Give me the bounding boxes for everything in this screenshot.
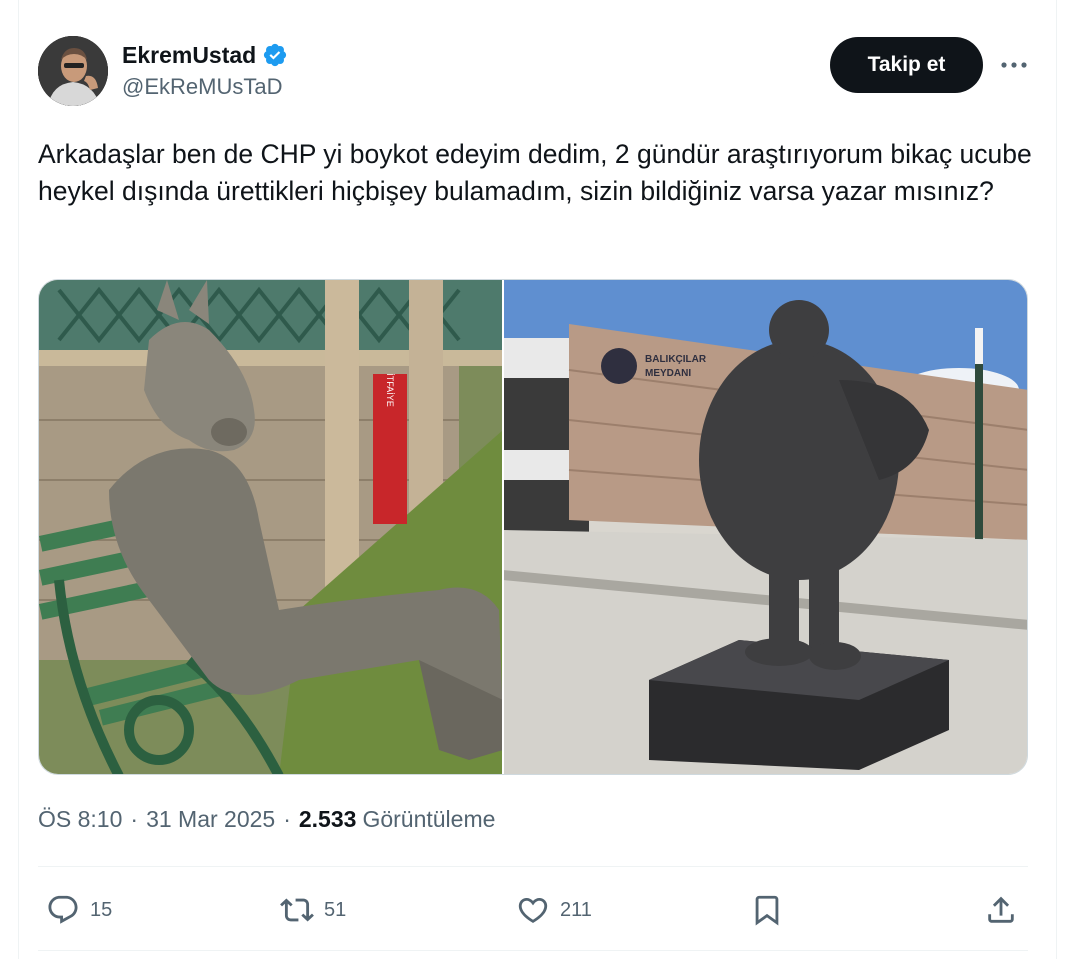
more-button[interactable] bbox=[994, 50, 1034, 80]
left-photo: İTFAİYE bbox=[39, 280, 503, 774]
frame-border-right bbox=[1056, 0, 1057, 959]
meta-separator: · bbox=[130, 806, 139, 832]
follow-button[interactable]: Takip et bbox=[830, 37, 983, 93]
display-name[interactable]: EkremUstad bbox=[122, 42, 256, 69]
share-button[interactable] bbox=[984, 885, 1018, 935]
more-dots-icon bbox=[1001, 62, 1027, 68]
heart-icon bbox=[518, 897, 548, 923]
reply-icon bbox=[48, 895, 78, 924]
views-count: 2.533 bbox=[298, 806, 357, 832]
like-count: 211 bbox=[560, 898, 592, 921]
tweet-date[interactable]: 31 Mar 2025 bbox=[146, 806, 275, 833]
media-image: İTFAİYE BALIKÇILAR MEYDANI bbox=[39, 280, 1027, 774]
like-button[interactable]: 211 bbox=[516, 885, 592, 935]
reply-count: 15 bbox=[90, 898, 113, 921]
retweet-count: 51 bbox=[324, 898, 347, 921]
tweet-meta: ÖS 8:10 · 31 Mar 2025 · 2.533 Görüntülem… bbox=[38, 806, 495, 833]
reply-button[interactable]: 15 bbox=[46, 885, 112, 935]
display-name-row: EkremUstad bbox=[122, 40, 288, 70]
tweet-media[interactable]: İTFAİYE BALIKÇILAR MEYDANI bbox=[38, 279, 1028, 775]
retweet-button[interactable]: 51 bbox=[280, 885, 346, 935]
bookmark-icon bbox=[755, 895, 779, 926]
meta-separator: · bbox=[283, 806, 291, 832]
user-handle[interactable]: @EkReMUsTaD bbox=[122, 74, 288, 100]
share-icon bbox=[988, 896, 1014, 923]
tweet-header: EkremUstad @EkReMUsTaD Takip et bbox=[38, 36, 1028, 108]
divider bbox=[38, 866, 1028, 867]
right-sign-text-1: BALIKÇILAR bbox=[645, 354, 707, 365]
avatar-image bbox=[38, 36, 108, 106]
views-label: Görüntüleme bbox=[362, 806, 496, 832]
right-photo: BALIKÇILAR MEYDANI bbox=[503, 280, 1027, 774]
tweet-time[interactable]: ÖS 8:10 bbox=[38, 806, 122, 833]
right-sign-text-2: MEYDANI bbox=[645, 368, 691, 379]
retweet-icon bbox=[280, 898, 314, 922]
user-names: EkremUstad @EkReMUsTaD bbox=[122, 40, 288, 100]
avatar[interactable] bbox=[38, 36, 108, 106]
divider bbox=[38, 950, 1028, 951]
bookmark-button[interactable] bbox=[750, 885, 784, 935]
left-sign-text: İTFAİYE bbox=[385, 373, 395, 407]
tweet-actions: 15 51 211 bbox=[38, 885, 1028, 935]
verified-badge-icon[interactable] bbox=[262, 42, 288, 68]
tweet-text: Arkadaşlar ben de CHP yi boykot edeyim d… bbox=[38, 139, 1032, 206]
frame-border-left bbox=[18, 0, 19, 959]
